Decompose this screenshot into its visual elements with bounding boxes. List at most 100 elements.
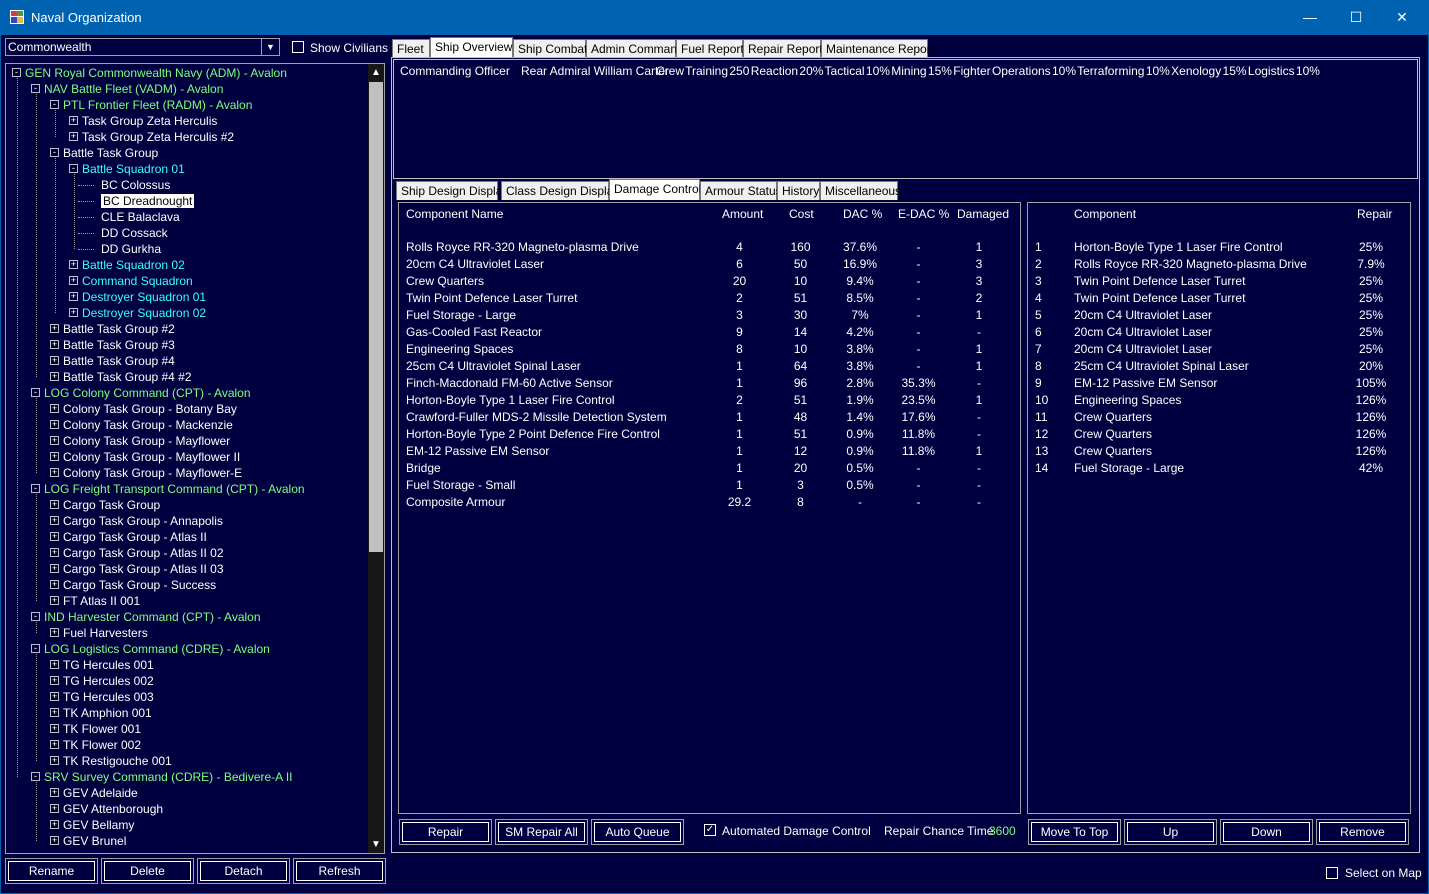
automated-damage-control-checkbox[interactable]: ✓ bbox=[704, 824, 716, 836]
tree-scrollbar[interactable]: ▲ ▼ bbox=[368, 64, 384, 853]
tree-node[interactable]: Task Group Zeta Herculis #2 bbox=[82, 129, 234, 145]
select-on-map-checkbox[interactable] bbox=[1326, 867, 1338, 879]
move-to-top-button[interactable]: Move To Top bbox=[1028, 819, 1121, 845]
tree-node[interactable]: Colony Task Group - Botany Bay bbox=[63, 401, 237, 417]
sm-repair-all-button[interactable]: SM Repair All bbox=[495, 819, 588, 845]
collapse-icon[interactable]: - bbox=[50, 148, 59, 157]
tree-node[interactable]: GEN Royal Commonwealth Navy (ADM) - Aval… bbox=[25, 65, 287, 81]
remove-button[interactable]: Remove bbox=[1316, 819, 1409, 845]
table-row[interactable]: Rolls Royce RR-320 Magneto-plasma Drive 4… bbox=[399, 239, 1019, 256]
tree-node[interactable]: TK Amphion 001 bbox=[63, 705, 152, 721]
table-row[interactable]: EM-12 Passive EM Sensor 1 12 0.9% 11.8% 1 bbox=[399, 443, 1019, 460]
race-select[interactable]: Commonwealth ▼ bbox=[5, 38, 280, 56]
expand-icon[interactable]: + bbox=[50, 356, 59, 365]
expand-icon[interactable]: + bbox=[69, 260, 78, 269]
tree-node[interactable]: Battle Task Group #3 bbox=[63, 337, 175, 353]
tree-node[interactable]: Fuel Harvesters bbox=[63, 625, 148, 641]
tree-node[interactable]: TG Hercules 002 bbox=[63, 673, 154, 689]
tree-node[interactable]: Destroyer Squadron 02 bbox=[82, 305, 206, 321]
tab-ship-overview[interactable]: Ship Overview bbox=[430, 37, 513, 58]
repair-button[interactable]: Repair bbox=[399, 819, 492, 845]
expand-icon[interactable]: + bbox=[50, 404, 59, 413]
tree-node[interactable]: Command Squadron bbox=[82, 273, 193, 289]
expand-icon[interactable]: + bbox=[50, 372, 59, 381]
tree-node[interactable]: Cargo Task Group - Atlas II bbox=[63, 529, 207, 545]
collapse-icon[interactable]: - bbox=[31, 484, 40, 493]
tab-maintenance-report[interactable]: Maintenance Report bbox=[821, 39, 934, 58]
expand-icon[interactable]: + bbox=[50, 676, 59, 685]
expand-icon[interactable]: + bbox=[50, 820, 59, 829]
tree-node[interactable]: DD Gurkha bbox=[101, 241, 161, 257]
table-row[interactable]: 4 Twin Point Defence Laser Turret 25% bbox=[1028, 290, 1408, 307]
tree-node[interactable]: Cargo Task Group - Success bbox=[63, 577, 216, 593]
tree-node[interactable]: Battle Task Group #4 bbox=[63, 353, 175, 369]
expand-icon[interactable]: + bbox=[69, 308, 78, 317]
tree-node[interactable]: GEV Adelaide bbox=[63, 785, 138, 801]
expand-icon[interactable]: + bbox=[50, 756, 59, 765]
expand-icon[interactable]: + bbox=[50, 788, 59, 797]
tab-repair-report[interactable]: Repair Report bbox=[743, 39, 823, 58]
expand-icon[interactable]: + bbox=[50, 436, 59, 445]
tree-node[interactable]: TG Hercules 001 bbox=[63, 657, 154, 673]
tree-node[interactable]: Battle Squadron 01 bbox=[82, 161, 185, 177]
detach-button[interactable]: Detach bbox=[197, 858, 290, 884]
show-civilians-checkbox[interactable] bbox=[292, 41, 304, 53]
delete-button[interactable]: Delete bbox=[101, 858, 194, 884]
table-row[interactable]: Composite Armour 29.2 8 - - - bbox=[399, 494, 1019, 511]
table-row[interactable]: Crew Quarters 20 10 9.4% - 3 bbox=[399, 273, 1019, 290]
table-row[interactable]: 8 25cm C4 Ultraviolet Spinal Laser 20% bbox=[1028, 358, 1408, 375]
minimize-button[interactable]: — bbox=[1287, 0, 1333, 35]
collapse-icon[interactable]: - bbox=[69, 164, 78, 173]
tree-node[interactable]: NAV Battle Fleet (VADM) - Avalon bbox=[44, 81, 223, 97]
scroll-up-icon[interactable]: ▲ bbox=[368, 64, 384, 81]
expand-icon[interactable]: + bbox=[50, 548, 59, 557]
expand-icon[interactable]: + bbox=[50, 596, 59, 605]
tree-node[interactable]: BC Dreadnought bbox=[101, 193, 195, 209]
expand-icon[interactable]: + bbox=[50, 324, 59, 333]
expand-icon[interactable]: + bbox=[50, 340, 59, 349]
table-row[interactable]: Fuel Storage - Large 3 30 7% - 1 bbox=[399, 307, 1019, 324]
tree-node[interactable]: TK Flower 001 bbox=[63, 721, 141, 737]
tab-ship-combat[interactable]: Ship Combat bbox=[513, 39, 587, 58]
table-row[interactable]: 6 20cm C4 Ultraviolet Laser 25% bbox=[1028, 324, 1408, 341]
tab-class-design-display[interactable]: Class Design Display bbox=[501, 181, 619, 200]
expand-icon[interactable]: + bbox=[50, 692, 59, 701]
expand-icon[interactable]: + bbox=[69, 116, 78, 125]
tree-node[interactable]: Cargo Task Group bbox=[63, 497, 160, 513]
tab-admin-command[interactable]: Admin Command bbox=[586, 39, 684, 58]
expand-icon[interactable]: + bbox=[69, 276, 78, 285]
collapse-icon[interactable]: - bbox=[31, 772, 40, 781]
tree-node[interactable]: LOG Freight Transport Command (CPT) - Av… bbox=[44, 481, 305, 497]
expand-icon[interactable]: + bbox=[50, 740, 59, 749]
expand-icon[interactable]: + bbox=[50, 468, 59, 477]
collapse-icon[interactable]: - bbox=[50, 100, 59, 109]
tab-fuel-report[interactable]: Fuel Report bbox=[676, 39, 744, 58]
table-row[interactable]: Fuel Storage - Small 1 3 0.5% - - bbox=[399, 477, 1019, 494]
down-button[interactable]: Down bbox=[1220, 819, 1313, 845]
tab-armour-status[interactable]: Armour Status bbox=[700, 181, 782, 200]
auto-queue-button[interactable]: Auto Queue bbox=[591, 819, 684, 845]
rename-button[interactable]: Rename bbox=[5, 858, 98, 884]
tree-node[interactable]: LOG Logistics Command (CDRE) - Avalon bbox=[44, 641, 270, 657]
expand-icon[interactable]: + bbox=[50, 564, 59, 573]
scrollbar-thumb[interactable] bbox=[369, 82, 383, 552]
expand-icon[interactable]: + bbox=[50, 516, 59, 525]
table-row[interactable]: Finch-Macdonald FM-60 Active Sensor 1 96 2.… bbox=[399, 375, 1019, 392]
tree-node[interactable]: Colony Task Group - Mackenzie bbox=[63, 417, 233, 433]
tree-node[interactable]: TG Hercules 003 bbox=[63, 689, 154, 705]
tree-node[interactable]: BC Colossus bbox=[101, 177, 170, 193]
damage-control-table[interactable]: Component Name Amount Cost DAC % E-DAC %… bbox=[398, 202, 1021, 814]
tree-node[interactable]: Destroyer Squadron 01 bbox=[82, 289, 206, 305]
tree-node[interactable]: PTL Frontier Fleet (RADM) - Avalon bbox=[63, 97, 252, 113]
tab-history[interactable]: History bbox=[777, 181, 820, 200]
table-row[interactable]: Engineering Spaces 8 10 3.8% - 1 bbox=[399, 341, 1019, 358]
collapse-icon[interactable]: - bbox=[31, 388, 40, 397]
tree-node[interactable]: Battle Task Group #2 bbox=[63, 321, 175, 337]
table-row[interactable]: Gas-Cooled Fast Reactor 9 14 4.2% - - bbox=[399, 324, 1019, 341]
chevron-down-icon[interactable]: ▼ bbox=[261, 39, 279, 55]
tab-ship-design-display[interactable]: Ship Design Display bbox=[396, 181, 508, 200]
expand-icon[interactable]: + bbox=[50, 420, 59, 429]
tree-node[interactable]: LOG Colony Command (CPT) - Avalon bbox=[44, 385, 251, 401]
tree-node[interactable]: Cargo Task Group - Atlas II 03 bbox=[63, 561, 224, 577]
expand-icon[interactable]: + bbox=[69, 132, 78, 141]
